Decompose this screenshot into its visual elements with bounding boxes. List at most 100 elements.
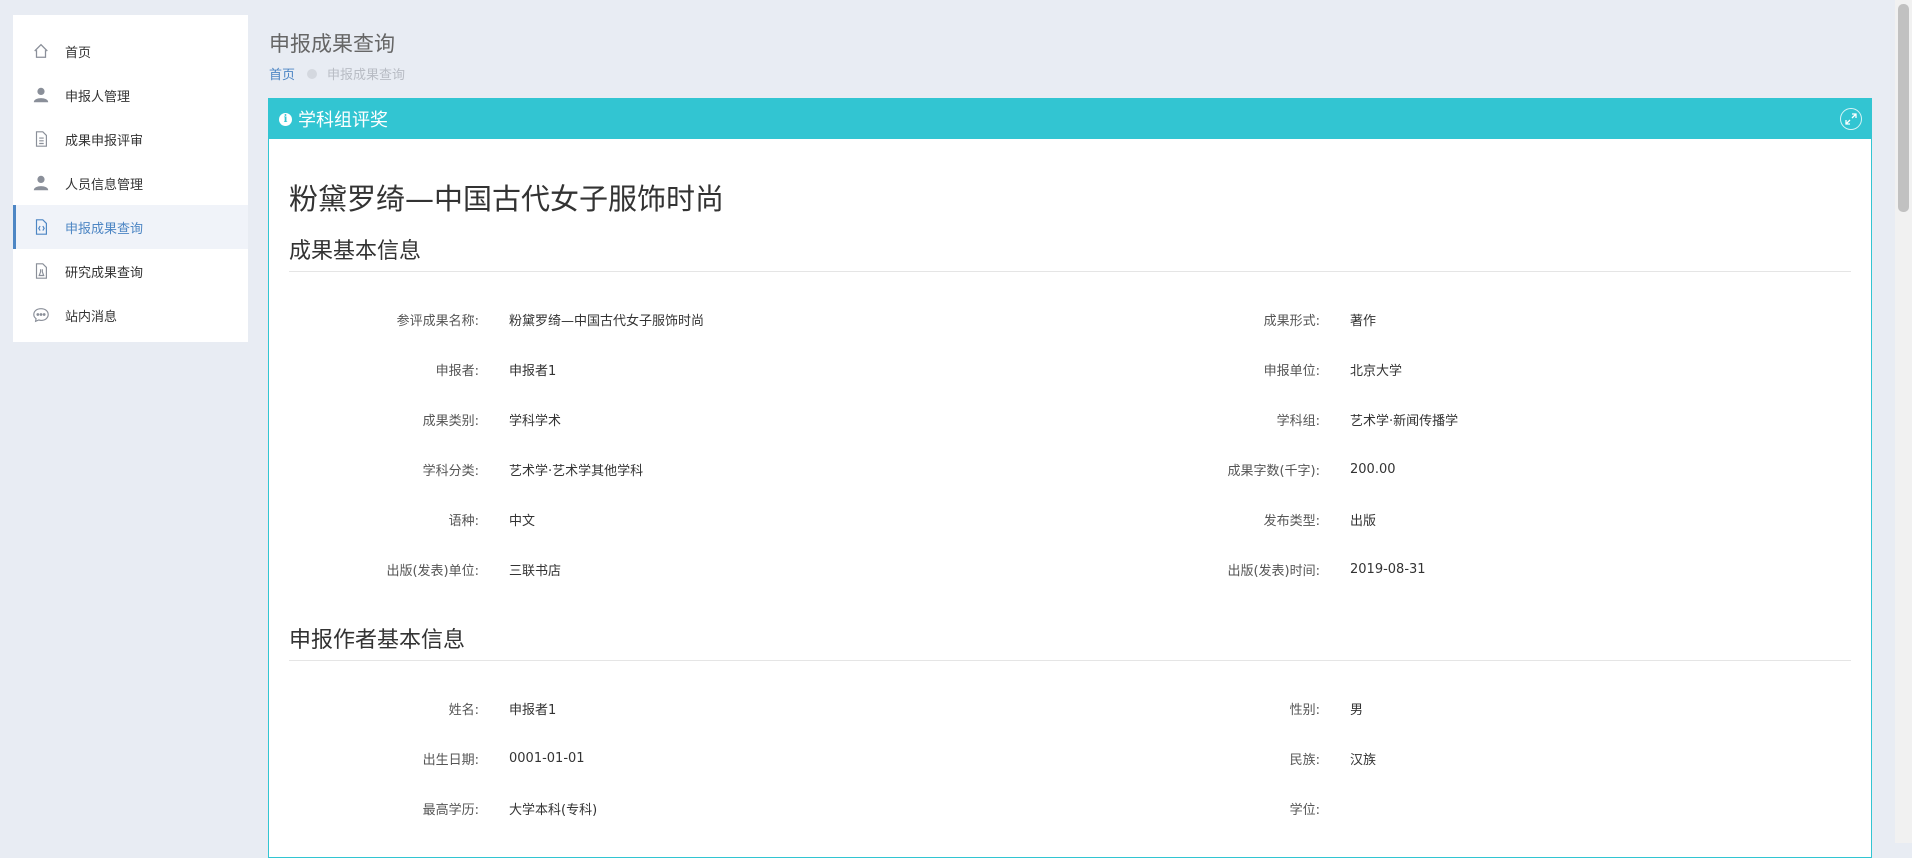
breadcrumb: 首页 申报成果查询 bbox=[269, 64, 405, 83]
field-value: 中文 bbox=[509, 513, 536, 529]
document-icon bbox=[31, 129, 51, 149]
field-value: 艺术学·艺术学其他学科 bbox=[509, 463, 644, 479]
info-cell: 姓名: 申报者1 bbox=[289, 699, 1070, 718]
info-cell: 民族: 汉族 bbox=[1070, 749, 1851, 768]
sidebar-item-home[interactable]: 首页 bbox=[13, 29, 248, 73]
info-cell: 学科组: 艺术学·新闻传播学 bbox=[1070, 410, 1851, 429]
field-value: 男 bbox=[1350, 702, 1364, 718]
info-cell: 发布类型: 出版 bbox=[1070, 510, 1851, 529]
user-icon bbox=[31, 85, 51, 105]
code-file-icon bbox=[31, 217, 51, 237]
chat-icon bbox=[31, 305, 51, 325]
info-row: 成果类别: 学科学术 学科组: 艺术学·新闻传播学 bbox=[289, 394, 1851, 444]
breadcrumb-home-link[interactable]: 首页 bbox=[269, 64, 295, 83]
info-cell: 申报单位: 北京大学 bbox=[1070, 360, 1851, 379]
field-label: 成果类别: bbox=[422, 413, 479, 429]
sidebar-item-applicant-management[interactable]: 申报人管理 bbox=[13, 73, 248, 117]
breadcrumb-separator bbox=[307, 68, 318, 79]
info-cell: 出版(发表)时间: 2019-08-31 bbox=[1070, 560, 1851, 579]
expand-icon bbox=[1845, 113, 1857, 125]
home-icon bbox=[31, 41, 51, 61]
sidebar: 首页 申报人管理 成果申报评审 人员信息管理 申报成果查询 研究成果查询 站内消… bbox=[13, 15, 248, 342]
info-cell: 成果形式: 著作 bbox=[1070, 310, 1851, 329]
info-cell: 语种: 中文 bbox=[289, 510, 1070, 529]
sidebar-item-label: 站内消息 bbox=[65, 309, 118, 325]
field-value: 0001-01-01 bbox=[509, 750, 585, 766]
info-row: 申报者: 申报者1 申报单位: 北京大学 bbox=[289, 344, 1851, 394]
scrollbar-thumb[interactable] bbox=[1898, 4, 1909, 212]
field-label: 申报者: bbox=[435, 363, 479, 379]
info-cell: 最高学历: 大学本科(专科) bbox=[289, 799, 1070, 818]
field-value: 200.00 bbox=[1350, 461, 1396, 477]
field-label: 成果形式: bbox=[1263, 313, 1320, 329]
info-row: 姓名: 申报者1 性别: 男 bbox=[289, 683, 1851, 733]
field-label: 学科组: bbox=[1276, 413, 1320, 429]
field-value: 粉黛罗绮—中国古代女子服饰时尚 bbox=[509, 313, 705, 329]
sidebar-item-label: 研究成果查询 bbox=[65, 265, 144, 281]
field-value: 2019-08-31 bbox=[1350, 561, 1426, 577]
info-cell: 成果类别: 学科学术 bbox=[289, 410, 1070, 429]
expand-button[interactable] bbox=[1840, 108, 1862, 130]
field-value: 出版 bbox=[1350, 513, 1377, 529]
info-cell: 参评成果名称: 粉黛罗绮—中国古代女子服饰时尚 bbox=[289, 310, 1070, 329]
page-title: 申报成果查询 bbox=[269, 32, 395, 56]
field-value: 著作 bbox=[1350, 313, 1377, 329]
field-value: 申报者1 bbox=[509, 363, 557, 379]
flask-file-icon bbox=[31, 261, 51, 281]
info-cell: 申报者: 申报者1 bbox=[289, 360, 1070, 379]
field-value: 申报者1 bbox=[509, 702, 557, 718]
basic-info-grid: 参评成果名称: 粉黛罗绮—中国古代女子服饰时尚 成果形式: 著作 申报者: 申报者1 … bbox=[289, 272, 1851, 594]
info-cell: 出版(发表)单位: 三联书店 bbox=[289, 560, 1070, 579]
user-icon bbox=[31, 173, 51, 193]
info-row: 最高学历: 大学本科(专科) 学位: bbox=[289, 783, 1851, 833]
field-value: 艺术学·新闻传播学 bbox=[1350, 413, 1459, 429]
sidebar-item-label: 成果申报评审 bbox=[65, 133, 144, 149]
info-row: 学科分类: 艺术学·艺术学其他学科 成果字数(千字): 200.00 bbox=[289, 444, 1851, 494]
field-value: 学科学术 bbox=[509, 413, 562, 429]
field-value: 汉族 bbox=[1350, 752, 1377, 768]
field-label: 语种: bbox=[448, 513, 479, 529]
field-label: 性别: bbox=[1289, 702, 1320, 718]
sidebar-item-personnel-management[interactable]: 人员信息管理 bbox=[13, 161, 248, 205]
field-label: 最高学历: bbox=[422, 802, 479, 818]
field-label: 申报单位: bbox=[1263, 363, 1320, 379]
sidebar-item-achievement-review[interactable]: 成果申报评审 bbox=[13, 117, 248, 161]
field-label: 民族: bbox=[1289, 752, 1320, 768]
info-row: 参评成果名称: 粉黛罗绮—中国古代女子服饰时尚 成果形式: 著作 bbox=[289, 294, 1851, 344]
panel-body: 粉黛罗绮—中国古代女子服饰时尚 成果基本信息 参评成果名称: 粉黛罗绮—中国古代女… bbox=[269, 139, 1871, 833]
sidebar-item-label: 申报成果查询 bbox=[65, 221, 144, 237]
sidebar-item-label: 人员信息管理 bbox=[65, 177, 144, 193]
field-label: 出版(发表)时间: bbox=[1227, 563, 1320, 579]
field-label: 姓名: bbox=[448, 702, 479, 718]
sidebar-item-label: 首页 bbox=[65, 45, 92, 61]
section-title-author-info: 申报作者基本信息 bbox=[289, 622, 1851, 661]
achievement-title: 粉黛罗绮—中国古代女子服饰时尚 bbox=[289, 182, 725, 216]
field-label: 出版(发表)单位: bbox=[386, 563, 479, 579]
panel-header: i 学科组评奖 bbox=[269, 99, 1871, 139]
info-cell: 学科分类: 艺术学·艺术学其他学科 bbox=[289, 460, 1070, 479]
sidebar-item-declared-achievement-query[interactable]: 申报成果查询 bbox=[13, 205, 248, 249]
info-cell: 性别: 男 bbox=[1070, 699, 1851, 718]
field-label: 学位: bbox=[1289, 802, 1320, 818]
author-info-grid: 姓名: 申报者1 性别: 男 出生日期: 0001-01-01 民族: 汉族 最高学历:… bbox=[289, 661, 1851, 833]
sidebar-item-site-messages[interactable]: 站内消息 bbox=[13, 293, 248, 337]
field-label: 出生日期: bbox=[422, 752, 479, 768]
field-value: 三联书店 bbox=[509, 563, 562, 579]
info-row: 出生日期: 0001-01-01 民族: 汉族 bbox=[289, 733, 1851, 783]
info-row: 出版(发表)单位: 三联书店 出版(发表)时间: 2019-08-31 bbox=[289, 544, 1851, 594]
field-label: 成果字数(千字): bbox=[1227, 463, 1320, 479]
field-value: 大学本科(专科) bbox=[509, 802, 598, 818]
field-label: 发布类型: bbox=[1263, 513, 1320, 529]
info-cell: 出生日期: 0001-01-01 bbox=[289, 749, 1070, 768]
info-row: 语种: 中文 发布类型: 出版 bbox=[289, 494, 1851, 544]
breadcrumb-current: 申报成果查询 bbox=[327, 68, 406, 83]
field-label: 学科分类: bbox=[422, 463, 479, 479]
detail-panel: i 学科组评奖 粉黛罗绮—中国古代女子服饰时尚 成果基本信息 参评成果名称: 粉黛… bbox=[268, 98, 1872, 858]
field-label: 参评成果名称: bbox=[396, 313, 479, 329]
panel-title: 学科组评奖 bbox=[298, 110, 388, 131]
info-cell: 成果字数(千字): 200.00 bbox=[1070, 460, 1851, 479]
section-title-basic-info: 成果基本信息 bbox=[289, 233, 1851, 272]
info-cell: 学位: bbox=[1070, 799, 1851, 818]
sidebar-item-research-achievement-query[interactable]: 研究成果查询 bbox=[13, 249, 248, 293]
page-scrollbar[interactable] bbox=[1895, 0, 1912, 843]
